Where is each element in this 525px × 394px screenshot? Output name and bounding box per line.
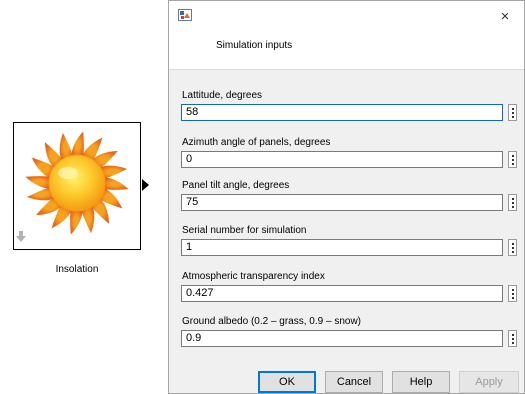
close-icon: × <box>500 7 510 25</box>
latitude-options-button[interactable] <box>508 104 517 121</box>
sun-ray <box>71 131 84 158</box>
azimuth-label: Azimuth angle of panels, degrees <box>182 137 331 148</box>
transparency-input[interactable]: 0.427 <box>181 285 503 302</box>
header-panel: Simulation inputs <box>169 31 524 70</box>
albedo-options-button[interactable] <box>508 330 517 347</box>
sun-ray <box>25 176 52 189</box>
block-label[interactable]: Insolation <box>13 264 141 275</box>
cancel-button[interactable]: Cancel <box>325 371 383 393</box>
serial-number-input[interactable]: 1 <box>181 239 503 256</box>
dialog-title: Simulation inputs <box>216 40 293 51</box>
azimuth-options-button[interactable] <box>508 151 517 168</box>
close-button[interactable]: × <box>486 1 524 31</box>
apply-button[interactable]: Apply <box>459 371 519 393</box>
azimuth-input[interactable]: 0 <box>181 151 503 168</box>
insolation-block[interactable] <box>13 122 141 250</box>
sun-ray <box>70 208 83 235</box>
sun-icon <box>25 131 129 235</box>
serial-number-options-button[interactable] <box>508 239 517 256</box>
transparency-options-button[interactable] <box>508 285 517 302</box>
help-button[interactable]: Help <box>392 371 450 393</box>
tilt-angle-input[interactable]: 75 <box>181 194 503 211</box>
serial-number-label: Serial number for simulation <box>182 225 307 236</box>
ok-button[interactable]: OK <box>258 371 316 393</box>
latitude-input[interactable]: 58 <box>181 104 503 121</box>
simulation-inputs-dialog: × Simulation inputs Lattitude, degrees 5… <box>168 0 525 394</box>
tilt-angle-options-button[interactable] <box>508 194 517 211</box>
albedo-input[interactable]: 0.9 <box>181 330 503 347</box>
down-arrow-icon <box>16 231 26 242</box>
simulink-app-icon <box>178 9 192 21</box>
latitude-label: Lattitude, degrees <box>182 90 263 101</box>
sun-ray <box>102 177 129 190</box>
tilt-angle-label: Panel tilt angle, degrees <box>182 180 290 191</box>
transparency-label: Atmospheric transparency index <box>182 271 325 282</box>
albedo-label: Ground albedo (0.2 – grass, 0.9 – snow) <box>182 316 361 327</box>
output-port[interactable] <box>142 179 149 191</box>
title-bar[interactable]: × <box>169 1 524 31</box>
